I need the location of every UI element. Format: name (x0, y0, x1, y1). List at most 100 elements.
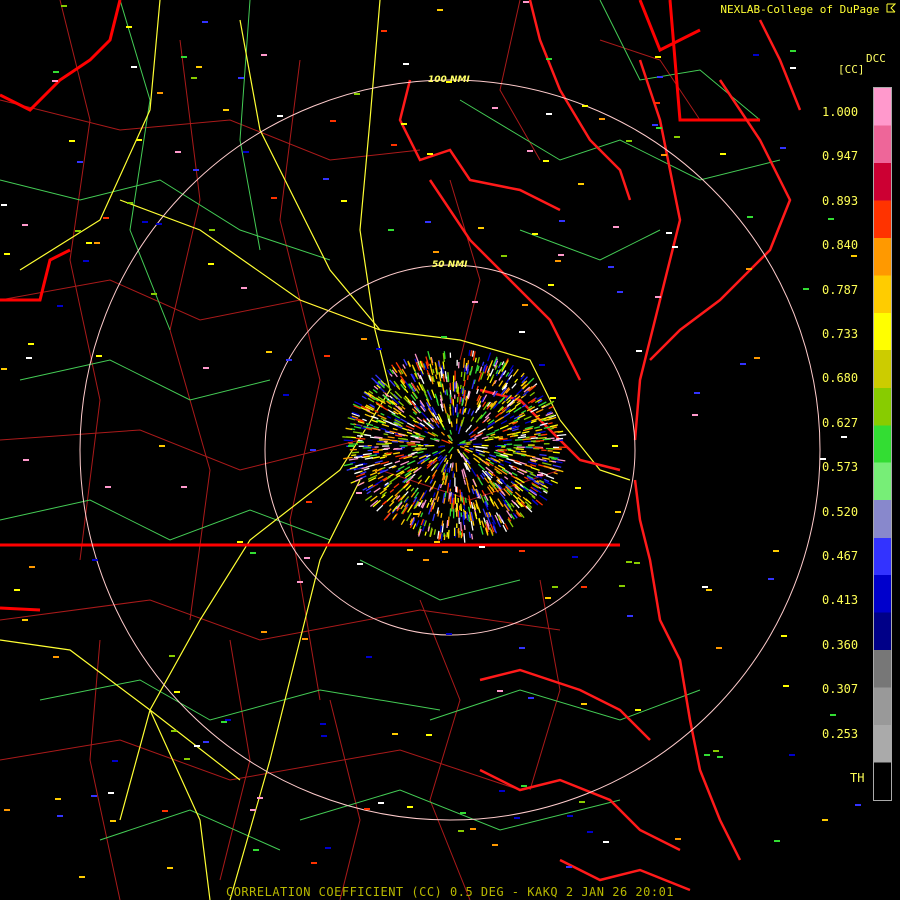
echo-speckle (654, 102, 660, 104)
echo-gate (479, 366, 483, 371)
echo-speckle (194, 745, 200, 747)
echo-gate (463, 533, 466, 543)
echo-gate (387, 508, 392, 514)
echo-speckle (403, 63, 409, 65)
echo-gate (394, 460, 401, 464)
echo-gate (512, 368, 519, 377)
echo-speckle (94, 242, 100, 244)
echo-gate (400, 504, 405, 510)
radar-map: 50 NMI 100 NMI (0, 0, 861, 900)
echo-gate (542, 438, 551, 441)
echo-gate (448, 479, 452, 488)
echo-gate (374, 460, 383, 464)
echo-gate (493, 501, 500, 510)
echo-gate (424, 475, 431, 483)
echo-gate (447, 374, 450, 382)
echo-gate (463, 511, 466, 520)
echo-gate (522, 438, 532, 441)
echo-speckle (354, 93, 360, 95)
echo-speckle (391, 144, 397, 146)
echo-gate (556, 437, 564, 440)
echo-gate (521, 430, 530, 434)
echo-speckle (171, 730, 177, 732)
echo-speckle (53, 656, 59, 658)
echo-gate (498, 361, 502, 367)
echo-speckle (126, 26, 132, 28)
echo-gate (463, 524, 466, 530)
product-footer: CORRELATION COEFFICIENT (CC) 0.5 DEG - K… (225, 885, 675, 899)
echo-gate (501, 361, 505, 366)
echo-speckle (203, 741, 209, 743)
echo-speckle (208, 263, 214, 265)
radar-viewport: 50 NMI 100 NMI NEXLAB-College of DuPage … (0, 0, 900, 900)
echo-gate (481, 436, 489, 440)
echo-gate (507, 449, 514, 452)
echo-gate (460, 503, 463, 512)
echo-gate (554, 430, 560, 433)
echo-gate (448, 492, 451, 500)
echo-speckle (320, 723, 326, 725)
echo-gate (432, 492, 436, 498)
echo-speckle (330, 120, 336, 122)
green-lines (0, 0, 781, 851)
echo-gate (527, 377, 535, 384)
echo-gate (515, 450, 521, 453)
echo-gate (520, 454, 526, 457)
echo-gate (535, 408, 544, 414)
color-scale-tick: 0.733 (822, 327, 859, 341)
echo-gate (536, 430, 546, 434)
echo-gate (463, 504, 466, 511)
echo-speckle (472, 301, 478, 303)
echo-gate (402, 364, 406, 369)
echo-gate (412, 523, 417, 530)
echo-gate (379, 456, 386, 459)
color-scale-bar (873, 87, 892, 801)
echo-gate (488, 360, 494, 369)
echo-speckle (4, 809, 10, 811)
echo-gate (416, 385, 421, 391)
echo-gate (497, 448, 504, 452)
echo-gate (357, 435, 363, 437)
echo-speckle (108, 792, 114, 794)
echo-gate (469, 366, 473, 376)
echo-speckle (521, 785, 527, 787)
echo-gate (374, 452, 380, 455)
echo-gate (397, 465, 405, 470)
echo-gate (415, 520, 420, 527)
echo-gate (442, 376, 445, 382)
echo-speckle (499, 790, 505, 792)
echo-speckle (634, 562, 640, 564)
echo-gate (410, 487, 415, 492)
echo-speckle (532, 233, 538, 235)
echo-speckle (407, 806, 413, 808)
echo-gate (393, 448, 403, 451)
echo-speckle (423, 559, 429, 561)
echo-speckle (159, 445, 165, 447)
echo-gate (351, 451, 360, 454)
echo-speckle (572, 556, 578, 558)
echo-speckle (191, 77, 197, 79)
echo-speckle (828, 218, 834, 220)
echo-gate (381, 438, 391, 441)
echo-gate (411, 451, 418, 455)
color-scale-tick: 0.947 (822, 149, 859, 164)
echo-gate (460, 521, 462, 531)
echo-gate (343, 456, 353, 460)
echo-gate (503, 412, 511, 418)
echo-gate (465, 428, 469, 433)
echo-gate (460, 388, 463, 393)
echo-gate (487, 352, 492, 362)
echo-gate (536, 458, 547, 462)
echo-gate (547, 422, 553, 425)
echo-speckle (550, 397, 556, 399)
echo-gate (511, 472, 518, 477)
echo-speckle (613, 226, 619, 228)
echo-gate (551, 460, 557, 463)
color-scale-tick: 0.413 (822, 593, 859, 608)
echo-speckle (77, 161, 83, 163)
echo-speckle (716, 647, 722, 649)
echo-gate (499, 462, 505, 467)
echo-speckle (706, 589, 712, 591)
echo-speckle (694, 392, 700, 394)
echo-speckle (250, 552, 256, 554)
